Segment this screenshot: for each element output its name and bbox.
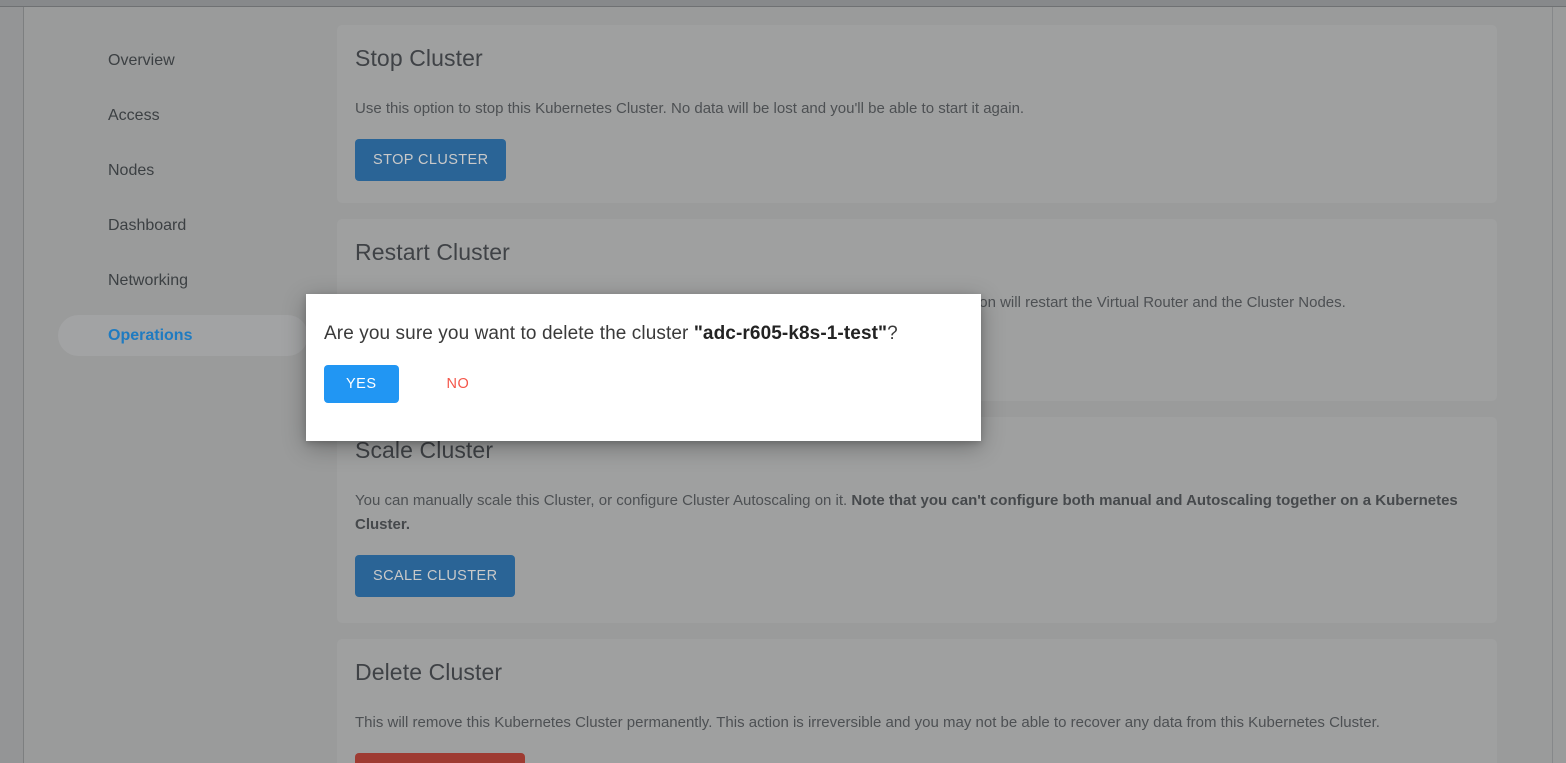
delete-cluster-description: This will remove this Kubernetes Cluster… [355,711,1475,735]
restart-cluster-title: Restart Cluster [355,239,510,265]
sidebar-item-operations[interactable]: Operations [58,315,308,356]
confirm-message-prefix: Are you sure you want to delete the clus… [324,323,694,344]
sidebar-item-label: Overview [108,52,175,69]
scale-cluster-card: Scale Cluster You can manually scale thi… [337,417,1497,623]
confirm-no-button[interactable]: NO [425,365,492,403]
scale-cluster-title: Scale Cluster [355,437,494,463]
sidebar-item-label: Dashboard [108,217,187,234]
cluster-side-nav: Overview Access Nodes Dashboard Networki… [58,40,308,370]
stop-cluster-card: Stop Cluster Use this option to stop thi… [337,25,1497,203]
stop-cluster-button[interactable]: STOP CLUSTER [355,139,507,181]
window-top-bar [0,0,1566,7]
delete-cluster-confirm-dialog: Are you sure you want to delete the clus… [306,294,981,441]
delete-cluster-button[interactable]: DELETE CLUSTER [355,753,525,763]
confirm-dialog-actions: YES NO [324,365,957,403]
confirm-message: Are you sure you want to delete the clus… [324,316,957,351]
sidebar-item-dashboard[interactable]: Dashboard [58,205,308,246]
delete-cluster-card: Delete Cluster This will remove this Kub… [337,639,1497,763]
sidebar-item-overview[interactable]: Overview [58,40,308,81]
stop-cluster-description-text: Use this option to stop this Kubernetes … [355,100,1025,117]
scale-cluster-description: You can manually scale this Cluster, or … [355,489,1475,537]
stop-cluster-title: Stop Cluster [355,45,483,71]
scale-cluster-description-text: You can manually scale this Cluster, or … [355,492,852,509]
stop-cluster-description: Use this option to stop this Kubernetes … [355,97,1475,121]
sidebar-item-access[interactable]: Access [58,95,308,136]
sidebar-item-label: Operations [108,327,193,344]
left-gutter [0,7,24,763]
page-scrollbar[interactable] [1552,7,1566,763]
scale-cluster-button[interactable]: SCALE CLUSTER [355,555,516,597]
confirm-message-suffix: ? [887,323,898,344]
delete-cluster-title: Delete Cluster [355,659,503,685]
sidebar-item-label: Networking [108,272,189,289]
delete-cluster-description-text: This will remove this Kubernetes Cluster… [355,714,1380,731]
sidebar-item-label: Nodes [108,162,155,179]
sidebar-item-networking[interactable]: Networking [58,260,308,301]
sidebar-item-nodes[interactable]: Nodes [58,150,308,191]
confirm-cluster-name: "adc-r605-k8s-1-test" [693,323,888,344]
confirm-yes-button[interactable]: YES [324,365,399,403]
sidebar-item-label: Access [108,107,160,124]
app-root: Overview Access Nodes Dashboard Networki… [0,0,1566,763]
